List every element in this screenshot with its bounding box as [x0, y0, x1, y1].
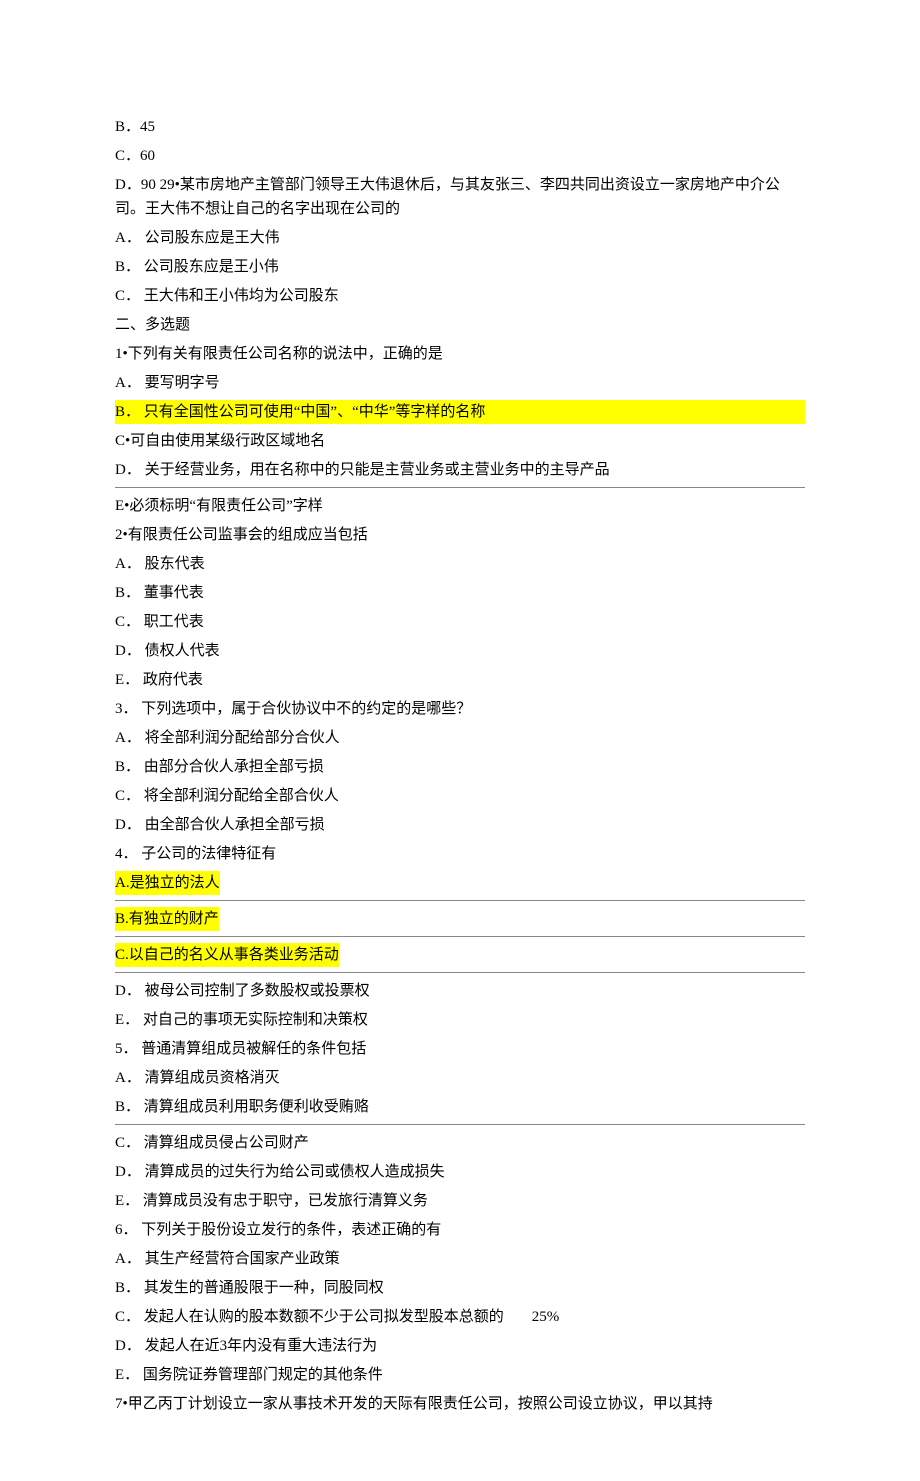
- text-line: E． 清算成员没有忠于职守，已发旅行清算义务: [115, 1189, 805, 1213]
- body-text: C． 王大伟和王小伟均为公司股东: [115, 288, 339, 304]
- body-text: 6． 下列关于股份设立发行的条件，表述正确的有: [115, 1222, 441, 1238]
- body-text: 二、多选题: [115, 317, 190, 333]
- text-line: 2•有限责任公司监事会的组成应当包括: [115, 523, 805, 547]
- body-text: 3． 下列选项中，属于合伙协议中不的约定的是哪些？: [115, 701, 471, 717]
- body-text: D． 发起人在近3年内没有重大违法行为: [115, 1338, 377, 1354]
- body-text: A． 要写明字号: [115, 375, 220, 391]
- text-line: D． 关于经营业务，用在名称中的只能是主营业务或主营业务中的主导产品: [115, 458, 805, 482]
- text-line: E． 对自己的事项无实际控制和决策权: [115, 1008, 805, 1032]
- text-line: B． 由部分合伙人承担全部亏损: [115, 755, 805, 779]
- body-text: 1•下列有关有限责任公司名称的说法中，正确的是: [115, 346, 443, 362]
- text-line: C． 清算组成员侵占公司财产: [115, 1131, 805, 1155]
- body-text: D．90 29•某市房地产主管部门领导王大伟退休后，与其友张三、李四共同出资设立…: [115, 177, 780, 217]
- body-text: C． 清算组成员侵占公司财产: [115, 1135, 309, 1151]
- body-text: B． 公司股东应是王小伟: [115, 259, 279, 275]
- text-line: 6． 下列关于股份设立发行的条件，表述正确的有: [115, 1218, 805, 1242]
- body-text: B． 由部分合伙人承担全部亏损: [115, 759, 324, 775]
- text-line: 1•下列有关有限责任公司名称的说法中，正确的是: [115, 342, 805, 366]
- body-text: 4． 子公司的法律特征有: [115, 846, 276, 862]
- text-line: D． 债权人代表: [115, 639, 805, 663]
- text-line: A.是独立的法人: [115, 871, 805, 895]
- text-line: C． 王大伟和王小伟均为公司股东: [115, 284, 805, 308]
- body-text: D． 清算成员的过失行为给公司或债权人造成损失: [115, 1164, 445, 1180]
- document-page: B．45 C．60 D．90 29•某市房地产主管部门领导王大伟退休后，与其友张三、…: [0, 0, 920, 1481]
- body-text: 5． 普通清算组成员被解任的条件包括: [115, 1041, 366, 1057]
- body-text: E•必须标明“有限责任公司”字样: [115, 498, 323, 514]
- text-line: A． 公司股东应是王大伟: [115, 226, 805, 250]
- body-text: D． 债权人代表: [115, 643, 220, 659]
- body-text: D． 被母公司控制了多数股权或投票权: [115, 983, 370, 999]
- text-line: E•必须标明“有限责任公司”字样: [115, 494, 805, 518]
- trailing-number: 25%: [504, 1305, 560, 1329]
- text-line: A． 要写明字号: [115, 371, 805, 395]
- body-text: B．45: [115, 119, 155, 135]
- text-line: B．45: [115, 115, 805, 139]
- text-line: C． 发起人在认购的股本数额不少于公司拟发型股本总额的25%: [115, 1305, 805, 1329]
- text-line: B． 只有全国性公司可使用“中国”、“中华”等字样的名称: [115, 400, 805, 424]
- text-line: C•可自由使用某级行政区域地名: [115, 429, 805, 453]
- body-text: A． 其生产经营符合国家产业政策: [115, 1251, 340, 1267]
- text-line: C． 将全部利润分配给全部合伙人: [115, 784, 805, 808]
- body-text: A． 将全部利润分配给部分合伙人: [115, 730, 340, 746]
- text-line: C． 职工代表: [115, 610, 805, 634]
- separator-line: [115, 1124, 805, 1125]
- text-line: 4． 子公司的法律特征有: [115, 842, 805, 866]
- highlighted-text: B． 只有全国性公司可使用“中国”、“中华”等字样的名称: [115, 400, 805, 424]
- text-line: E． 国务院证券管理部门规定的其他条件: [115, 1363, 805, 1387]
- body-text: C． 职工代表: [115, 614, 204, 630]
- text-line: 7•甲乙丙丁计划设立一家从事技术开发的天际有限责任公司，按照公司设立协议，甲以其…: [115, 1392, 805, 1416]
- highlighted-text: C.以自己的名义从事各类业务活动: [115, 943, 339, 967]
- text-line: 3． 下列选项中，属于合伙协议中不的约定的是哪些？: [115, 697, 805, 721]
- body-text: 7•甲乙丙丁计划设立一家从事技术开发的天际有限责任公司，按照公司设立协议，甲以其…: [115, 1396, 713, 1412]
- body-text: C． 将全部利润分配给全部合伙人: [115, 788, 339, 804]
- body-text: A． 公司股东应是王大伟: [115, 230, 280, 246]
- text-line: E． 政府代表: [115, 668, 805, 692]
- text-line: D． 被母公司控制了多数股权或投票权: [115, 979, 805, 1003]
- body-text: D． 由全部合伙人承担全部亏损: [115, 817, 325, 833]
- text-line: C.以自己的名义从事各类业务活动: [115, 943, 805, 967]
- text-line: B． 清算组成员利用职务便利收受贿赂: [115, 1095, 805, 1119]
- text-line: A． 清算组成员资格消灭: [115, 1066, 805, 1090]
- body-text: A． 股东代表: [115, 556, 205, 572]
- text-line: B.有独立的财产: [115, 907, 805, 931]
- highlighted-text: B.有独立的财产: [115, 907, 219, 931]
- body-text: E． 政府代表: [115, 672, 203, 688]
- highlighted-text: A.是独立的法人: [115, 871, 220, 895]
- text-line: A． 其生产经营符合国家产业政策: [115, 1247, 805, 1271]
- body-text: C．60: [115, 148, 155, 164]
- text-line: B． 董事代表: [115, 581, 805, 605]
- body-text: C•可自由使用某级行政区域地名: [115, 433, 325, 449]
- body-text: B． 董事代表: [115, 585, 204, 601]
- text-line: D．90 29•某市房地产主管部门领导王大伟退休后，与其友张三、李四共同出资设立…: [115, 173, 805, 221]
- text-line: 二、多选题: [115, 313, 805, 337]
- body-text: 2•有限责任公司监事会的组成应当包括: [115, 527, 368, 543]
- body-text: B． 其发生的普通股限于一种，同股同权: [115, 1280, 384, 1296]
- body-text: E． 清算成员没有忠于职守，已发旅行清算义务: [115, 1193, 428, 1209]
- text-line: 5． 普通清算组成员被解任的条件包括: [115, 1037, 805, 1061]
- separator-line: [115, 487, 805, 488]
- body-text: E． 对自己的事项无实际控制和决策权: [115, 1012, 368, 1028]
- text-line: B． 公司股东应是王小伟: [115, 255, 805, 279]
- body-text: C． 发起人在认购的股本数额不少于公司拟发型股本总额的: [115, 1309, 504, 1325]
- separator-line: [115, 972, 805, 973]
- text-line: D． 发起人在近3年内没有重大违法行为: [115, 1334, 805, 1358]
- body-text: D． 关于经营业务，用在名称中的只能是主营业务或主营业务中的主导产品: [115, 462, 610, 478]
- body-text: E． 国务院证券管理部门规定的其他条件: [115, 1367, 383, 1383]
- body-text: B． 清算组成员利用职务便利收受贿赂: [115, 1099, 369, 1115]
- text-line: D． 由全部合伙人承担全部亏损: [115, 813, 805, 837]
- text-line: A． 将全部利润分配给部分合伙人: [115, 726, 805, 750]
- text-line: C．60: [115, 144, 805, 168]
- body-text: A． 清算组成员资格消灭: [115, 1070, 280, 1086]
- text-line: D． 清算成员的过失行为给公司或债权人造成损失: [115, 1160, 805, 1184]
- separator-line: [115, 936, 805, 937]
- separator-line: [115, 900, 805, 901]
- text-line: B． 其发生的普通股限于一种，同股同权: [115, 1276, 805, 1300]
- text-line: A． 股东代表: [115, 552, 805, 576]
